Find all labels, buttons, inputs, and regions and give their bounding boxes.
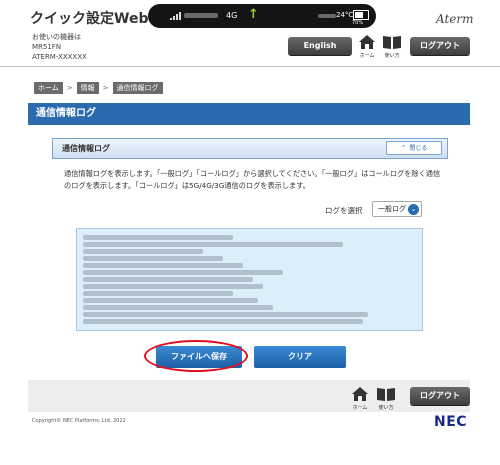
blurred-log-line: [83, 284, 263, 289]
footer-bar: [28, 380, 470, 412]
breadcrumb-info[interactable]: 情報: [76, 82, 99, 94]
device-id: ATERM-XXXXXX: [32, 53, 87, 61]
book-icon: [383, 36, 401, 49]
blurred-log-line: [83, 298, 258, 303]
temperature: 24°C: [336, 11, 354, 19]
status-bar: 4G ↑ 24°C 70%: [148, 4, 376, 28]
highlight-circle: [144, 340, 248, 372]
battery-icon: [353, 10, 369, 20]
log-select-value: 一般ログ: [378, 205, 406, 213]
blurred-log-line: [83, 256, 223, 261]
help-label: 使い方: [378, 405, 394, 411]
blurred-log-line: [83, 305, 273, 310]
footer-logout-button[interactable]: ログアウト: [410, 387, 470, 405]
close-button[interactable]: ⌃ 閉じる: [386, 141, 442, 155]
redacted-text: [318, 14, 336, 18]
home-icon: [359, 35, 375, 49]
blurred-log-line: [83, 270, 283, 275]
carrier-name-redacted: [184, 13, 218, 18]
log-select-label: ログを選択: [325, 206, 363, 215]
battery-percent: 70%: [352, 20, 364, 26]
nec-logo: NEC: [434, 414, 468, 430]
breadcrumb-home[interactable]: ホーム: [34, 82, 63, 94]
device-caption: お使いの機器は MR51FN ATERM-XXXXXX: [32, 32, 87, 62]
blurred-log-line: [83, 312, 368, 317]
header-divider: [0, 66, 500, 67]
device-model: MR51FN: [32, 43, 62, 51]
blurred-log-line: [83, 277, 253, 282]
network-type: 4G: [226, 11, 238, 20]
help-button[interactable]: 使い方: [381, 34, 403, 59]
blurred-log-line: [83, 291, 233, 296]
panel-title: 通信情報ログ: [62, 144, 110, 153]
page-title: 通信情報ログ: [28, 103, 470, 125]
panel-description: 通信情報ログを表示します。「一般ログ」「コールログ」から選択してください。「一般…: [64, 169, 441, 190]
home-label: ホーム: [352, 405, 368, 411]
device-caption-line: お使いの機器は: [32, 33, 81, 41]
blurred-log-line: [83, 249, 203, 254]
upload-arrow-icon: ↑: [248, 7, 259, 22]
blurred-log-line: [83, 242, 343, 247]
chevron-up-icon: ⌃: [400, 144, 407, 152]
logout-button[interactable]: ログアウト: [410, 37, 470, 55]
log-textarea[interactable]: [76, 228, 423, 331]
close-label: 閉じる: [409, 145, 428, 152]
home-label: ホーム: [359, 53, 375, 59]
app-title: クイック設定Web: [30, 11, 149, 27]
breadcrumb-current: 通信情報ログ: [112, 82, 163, 94]
log-select-dropdown[interactable]: 一般ログ ⌄: [372, 201, 422, 217]
blurred-log-line: [83, 319, 363, 324]
copyright: Copyright© NEC Platforms, Ltd. 2022: [32, 418, 126, 424]
signal-icon: [170, 12, 181, 20]
blurred-log-line: [83, 235, 233, 240]
english-button[interactable]: English: [288, 37, 352, 55]
book-icon: [377, 388, 395, 401]
help-label: 使い方: [384, 53, 400, 59]
breadcrumb: ホーム > 情報 > 通信情報ログ: [34, 82, 163, 94]
breadcrumb-separator: >: [66, 84, 73, 92]
chevron-down-icon: ⌄: [408, 204, 419, 215]
clear-button[interactable]: クリア: [254, 346, 346, 368]
home-icon: [352, 387, 368, 401]
footer-home-button[interactable]: ホーム: [350, 386, 370, 411]
footer-help-button[interactable]: 使い方: [375, 386, 397, 411]
breadcrumb-separator: >: [102, 84, 109, 92]
aterm-logo: Aterm: [436, 12, 474, 26]
home-button[interactable]: ホーム: [357, 34, 377, 59]
blurred-log-line: [83, 263, 243, 268]
